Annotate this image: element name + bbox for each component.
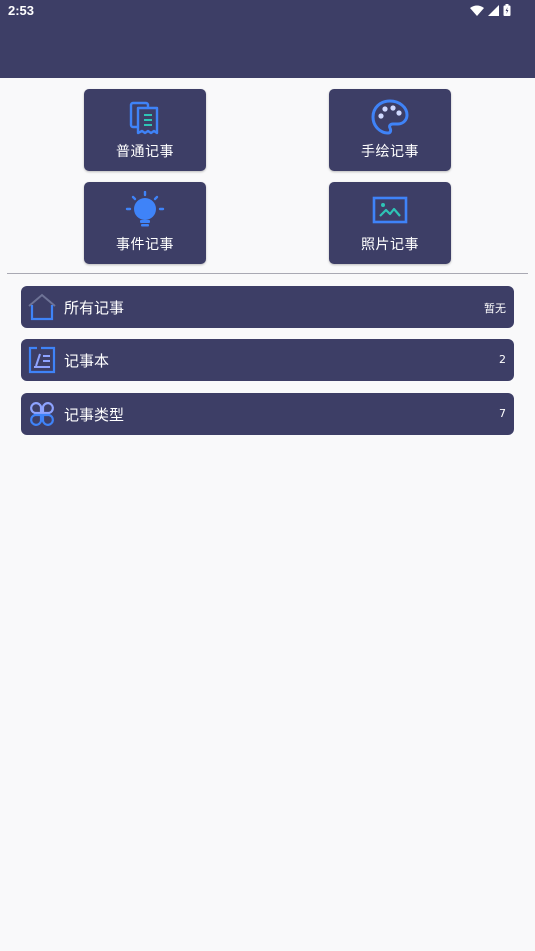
list-item-count: 2: [499, 353, 506, 366]
photo-note-label: 照片记事: [361, 237, 419, 253]
list-item-label: 记事类型: [64, 406, 125, 424]
list-item-count: 暂无: [484, 302, 506, 315]
normal-note-label: 普通记事: [116, 144, 174, 160]
drawing-note-label: 手绘记事: [361, 144, 419, 160]
image-icon: [372, 196, 408, 224]
category-icon: [30, 402, 54, 426]
drawing-note-button[interactable]: 手绘记事: [329, 89, 451, 171]
palette-icon: [371, 99, 409, 135]
notebook-icon: [28, 346, 56, 374]
status-icons: [470, 4, 511, 16]
list-item-count: 7: [499, 407, 506, 420]
lightbulb-icon: [125, 191, 165, 227]
list-item-note-types[interactable]: 记事类型 7: [21, 393, 514, 435]
list-item-label: 记事本: [64, 352, 110, 370]
photo-note-button[interactable]: 照片记事: [329, 182, 451, 264]
list-item-all-notes[interactable]: 所有记事 暂无: [21, 286, 514, 328]
status-time: 2:53: [8, 3, 35, 18]
wifi-icon: [470, 5, 484, 16]
event-note-label: 事件记事: [116, 237, 174, 253]
app-bar: 2:53: [0, 0, 535, 78]
home-icon: [28, 293, 56, 321]
list-item-notebook[interactable]: 记事本 2: [21, 339, 514, 381]
document-icon: [129, 101, 159, 135]
normal-note-button[interactable]: 普通记事: [84, 89, 206, 171]
battery-icon: [503, 4, 511, 16]
event-note-button[interactable]: 事件记事: [84, 182, 206, 264]
list-item-label: 所有记事: [64, 299, 125, 317]
signal-icon: [488, 4, 499, 16]
divider: [7, 273, 528, 274]
